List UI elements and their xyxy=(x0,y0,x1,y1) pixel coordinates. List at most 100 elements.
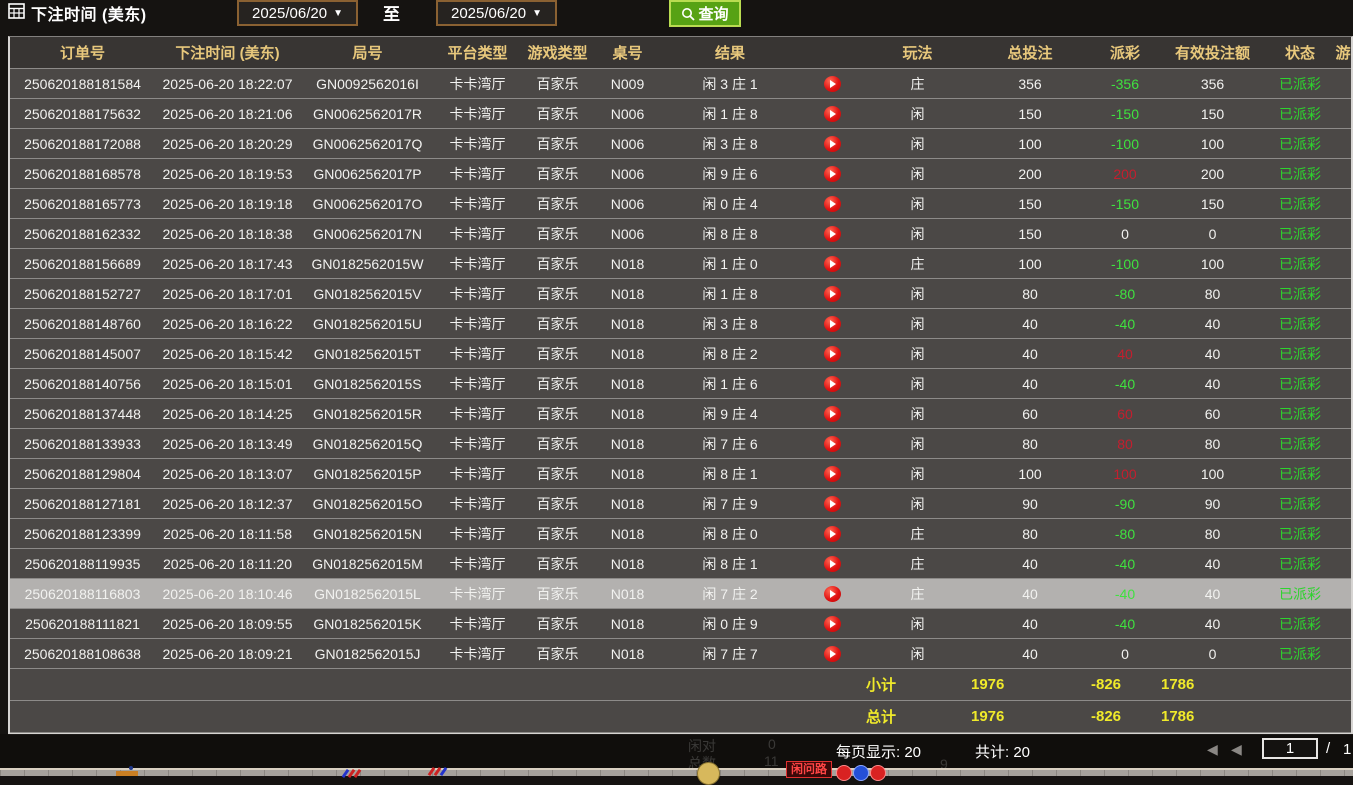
cell-result: 闲 8 庄 1 xyxy=(660,459,800,489)
video-play-icon[interactable] xyxy=(824,136,841,152)
per-page-label: 每页显示: 20 xyxy=(836,741,921,762)
page-first-button[interactable]: ◀ xyxy=(1207,741,1218,758)
video-play-icon[interactable] xyxy=(824,76,841,92)
date-range-to-label: 至 xyxy=(383,0,400,25)
table-row[interactable]: 2506201881720882025-06-20 18:20:29GN0062… xyxy=(10,129,1351,159)
table-row[interactable]: 2506201881199352025-06-20 18:11:20GN0182… xyxy=(10,549,1351,579)
video-play-icon[interactable] xyxy=(824,286,841,302)
table-row[interactable]: 2506201881527272025-06-20 18:17:01GN0182… xyxy=(10,279,1351,309)
video-play-icon[interactable] xyxy=(824,526,841,542)
search-icon xyxy=(681,7,695,21)
cell-round: GN0062562017O xyxy=(300,189,435,219)
chevron-down-icon: ▼ xyxy=(532,8,542,19)
cell-time: 2025-06-20 18:22:07 xyxy=(155,69,300,99)
cell-status: 已派彩 xyxy=(1265,249,1335,279)
calendar-icon xyxy=(8,2,25,19)
extra-cell xyxy=(1335,339,1351,369)
cell-bet: 闲 xyxy=(865,489,970,519)
cell-status: 已派彩 xyxy=(1265,549,1335,579)
table-row[interactable]: 2506201881657732025-06-20 18:19:18GN0062… xyxy=(10,189,1351,219)
video-play-icon[interactable] xyxy=(824,586,841,602)
cell-order: 250620188140756 xyxy=(10,369,155,399)
video-play-icon[interactable] xyxy=(824,496,841,512)
extra-cell xyxy=(1335,549,1351,579)
video-play-icon[interactable] xyxy=(824,346,841,362)
date-to-select[interactable]: 2025/06/20 ▼ xyxy=(436,0,557,26)
cell-result: 闲 7 庄 9 xyxy=(660,489,800,519)
table-row[interactable]: 2506201881233992025-06-20 18:11:58GN0182… xyxy=(10,519,1351,549)
page-prev-button[interactable]: ◀ xyxy=(1231,741,1242,758)
cell-time: 2025-06-20 18:19:18 xyxy=(155,189,300,219)
column-header: 订单号 xyxy=(10,37,155,69)
filter-bar: 下注时间 (美东) 2025/06/20 ▼ 至 2025/06/20 ▼ 查询 xyxy=(0,0,1353,34)
cell-order: 250620188175632 xyxy=(10,99,155,129)
cell-platform: 卡卡湾厅 xyxy=(435,399,520,429)
cell-order: 250620188127181 xyxy=(10,489,155,519)
table-row[interactable]: 2506201881685782025-06-20 18:19:53GN0062… xyxy=(10,159,1351,189)
video-play-icon[interactable] xyxy=(824,196,841,212)
cell-platform: 卡卡湾厅 xyxy=(435,309,520,339)
cell-game: 百家乐 xyxy=(520,399,595,429)
table-row[interactable]: 2506201881168032025-06-20 18:10:46GN0182… xyxy=(10,579,1351,609)
cell-result: 闲 0 庄 9 xyxy=(660,609,800,639)
cell-valid: 100 xyxy=(1160,459,1265,489)
cell-valid: 0 xyxy=(1160,219,1265,249)
table-row[interactable]: 2506201881487602025-06-20 18:16:22GN0182… xyxy=(10,309,1351,339)
video-play-icon[interactable] xyxy=(824,376,841,392)
video-play-icon[interactable] xyxy=(824,256,841,272)
table-row[interactable]: 2506201881086382025-06-20 18:09:21GN0182… xyxy=(10,639,1351,669)
roadmap-grid-strip xyxy=(0,770,1353,776)
column-header xyxy=(800,37,865,69)
play-cell xyxy=(800,309,865,339)
column-header: 结果 xyxy=(660,37,800,69)
page-input[interactable]: 1 xyxy=(1262,738,1318,759)
table-row[interactable]: 2506201881407562025-06-20 18:15:01GN0182… xyxy=(10,369,1351,399)
table-row[interactable]: 2506201881815842025-06-20 18:22:07GN0092… xyxy=(10,69,1351,99)
video-play-icon[interactable] xyxy=(824,556,841,572)
query-button-label: 查询 xyxy=(698,3,728,24)
play-cell xyxy=(800,219,865,249)
subtotal-valid-bet: 1786 xyxy=(1160,669,1265,701)
cell-table: N006 xyxy=(595,129,660,159)
table-row[interactable]: 2506201881450072025-06-20 18:15:42GN0182… xyxy=(10,339,1351,369)
video-play-icon[interactable] xyxy=(824,436,841,452)
cell-game: 百家乐 xyxy=(520,249,595,279)
play-cell xyxy=(800,369,865,399)
video-play-icon[interactable] xyxy=(824,166,841,182)
video-play-icon[interactable] xyxy=(824,226,841,242)
cell-status: 已派彩 xyxy=(1265,129,1335,159)
cell-round: GN0182562015W xyxy=(300,249,435,279)
cell-payout: 200 xyxy=(1090,159,1160,189)
table-body: 2506201881815842025-06-20 18:22:07GN0092… xyxy=(10,69,1351,669)
cell-platform: 卡卡湾厅 xyxy=(435,219,520,249)
video-play-icon[interactable] xyxy=(824,106,841,122)
table-row[interactable]: 2506201881374482025-06-20 18:14:25GN0182… xyxy=(10,399,1351,429)
video-play-icon[interactable] xyxy=(824,406,841,422)
cell-order: 250620188172088 xyxy=(10,129,155,159)
cell-platform: 卡卡湾厅 xyxy=(435,429,520,459)
table-row[interactable]: 2506201881271812025-06-20 18:12:37GN0182… xyxy=(10,489,1351,519)
query-button[interactable]: 查询 xyxy=(669,0,741,27)
video-play-icon[interactable] xyxy=(824,466,841,482)
cell-total: 100 xyxy=(970,459,1090,489)
cell-status: 已派彩 xyxy=(1265,519,1335,549)
video-play-icon[interactable] xyxy=(824,316,841,332)
table-row[interactable]: 2506201881623322025-06-20 18:18:38GN0062… xyxy=(10,219,1351,249)
cell-order: 250620188156689 xyxy=(10,249,155,279)
cell-platform: 卡卡湾厅 xyxy=(435,99,520,129)
player-bead-icon xyxy=(853,765,869,781)
table-row[interactable]: 2506201881566892025-06-20 18:17:43GN0182… xyxy=(10,249,1351,279)
play-cell xyxy=(800,189,865,219)
date-from-select[interactable]: 2025/06/20 ▼ xyxy=(237,0,358,26)
table-row[interactable]: 2506201881339332025-06-20 18:13:49GN0182… xyxy=(10,429,1351,459)
cell-total: 90 xyxy=(970,489,1090,519)
table-row[interactable]: 2506201881756322025-06-20 18:21:06GN0062… xyxy=(10,99,1351,129)
cell-bet: 闲 xyxy=(865,399,970,429)
cell-order: 250620188133933 xyxy=(10,429,155,459)
cell-valid: 80 xyxy=(1160,519,1265,549)
video-play-icon[interactable] xyxy=(824,616,841,632)
cell-total: 40 xyxy=(970,339,1090,369)
video-play-icon[interactable] xyxy=(824,646,841,662)
table-row[interactable]: 2506201881298042025-06-20 18:13:07GN0182… xyxy=(10,459,1351,489)
table-row[interactable]: 2506201881118212025-06-20 18:09:55GN0182… xyxy=(10,609,1351,639)
